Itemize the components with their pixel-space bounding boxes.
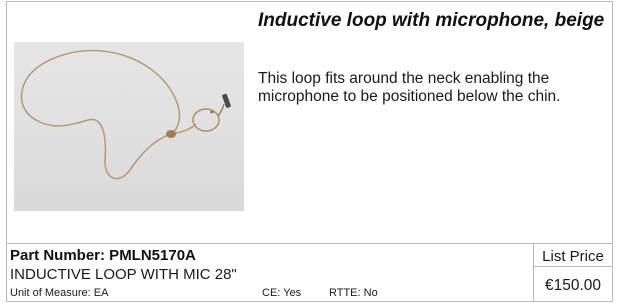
- product-title: Inductive loop with microphone, beige: [258, 10, 605, 31]
- product-card: Inductive loop with microphone, beige Th…: [6, 1, 613, 302]
- unit-of-measure: Unit of Measure: EA: [10, 287, 109, 299]
- ce-status: CE: Yes: [262, 287, 302, 299]
- price-divider: [534, 266, 612, 267]
- divider: [7, 243, 612, 244]
- product-image: [14, 42, 244, 211]
- product-description: This loop fits around the neck enabling …: [258, 70, 561, 105]
- inductive-loop-photo: [20, 49, 231, 180]
- list-price-label: List Price: [542, 248, 604, 265]
- list-price-value: €150.00: [544, 277, 602, 294]
- part-description: INDUCTIVE LOOP WITH MIC 28": [10, 266, 237, 283]
- part-number: Part Number: PMLN5170A: [10, 247, 196, 264]
- rtte-status: RTTE: No: [329, 287, 378, 299]
